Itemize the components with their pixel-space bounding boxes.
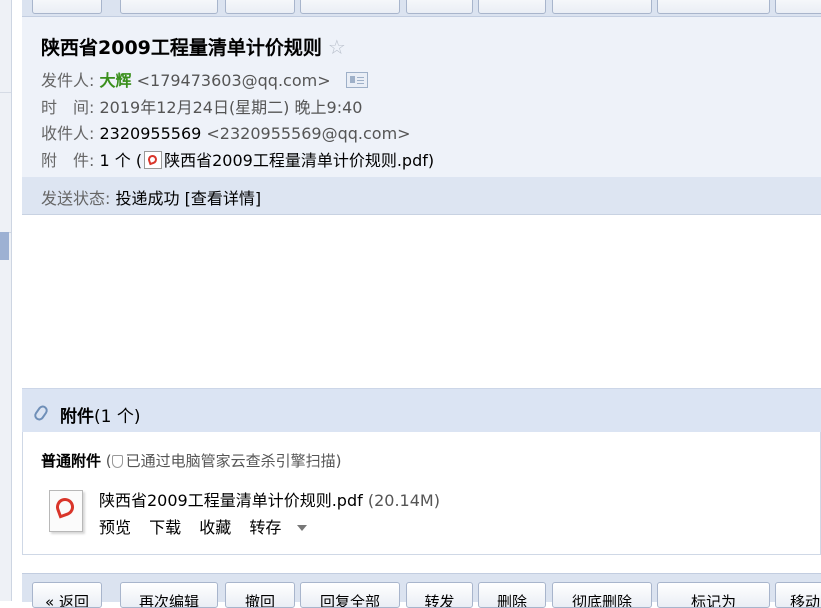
- time-label: 时 间:: [41, 98, 95, 117]
- delivery-status-row: 发送状态: 投递成功 [查看详情]: [41, 185, 261, 209]
- attachment-file-name[interactable]: 陕西省2009工程量清单计价规则.pdf: [99, 491, 363, 510]
- move-button[interactable]: 移动: [775, 582, 821, 608]
- favorite-link[interactable]: 收藏: [199, 518, 231, 537]
- delete-button[interactable]: [478, 0, 546, 14]
- status-details-link[interactable]: [查看详情]: [185, 189, 262, 208]
- vcard-icon[interactable]: [345, 72, 368, 88]
- sender-row: 发件人: 大辉 <179473603@qq.com>: [41, 67, 368, 91]
- save-to-link[interactable]: 转存: [249, 518, 320, 537]
- sender-label: 发件人:: [41, 71, 95, 90]
- attachments-title-text: 附件: [60, 407, 94, 427]
- top-toolbar: [22, 0, 821, 17]
- recall-button[interactable]: 撤回: [225, 582, 295, 608]
- attachment-count: 1 个 (: [99, 151, 143, 170]
- sender-name[interactable]: 大辉: [100, 71, 132, 90]
- mark-as-button[interactable]: 标记为: [657, 582, 770, 608]
- bottom-toolbar: « 返回 再次编辑 撤回 回复全部 转发 删除 彻底删除 标记为 移动: [22, 573, 821, 608]
- back-button[interactable]: [32, 0, 102, 14]
- normal-attachments-label-row: 普通附件 ( 已通过电脑管家云查杀引擎扫描): [41, 450, 342, 471]
- time-value: 2019年12月24日(星期二) 晚上9:40: [99, 98, 363, 117]
- delivery-status-bar: 发送状态: 投递成功 [查看详情]: [22, 177, 821, 215]
- save-to-label: 转存: [249, 518, 282, 537]
- time-row: 时 间: 2019年12月24日(星期二) 晚上9:40: [41, 94, 362, 118]
- recipient-row: 收件人: 2320955569 <2320955569@qq.com>: [41, 120, 411, 144]
- chevron-down-icon: [297, 525, 308, 531]
- scan-note: 已通过电脑管家云查杀引擎扫描): [125, 452, 342, 470]
- forward-button[interactable]: [406, 0, 473, 14]
- attachments-title: 附件(1 个): [60, 402, 140, 427]
- status-label: 发送状态:: [41, 189, 111, 208]
- reedit-button[interactable]: 再次编辑: [120, 582, 218, 608]
- forward-button[interactable]: 转发: [406, 582, 473, 608]
- attachment-link[interactable]: 陕西省2009工程量清单计价规则.pdf: [164, 151, 428, 170]
- move-button[interactable]: [775, 0, 821, 14]
- normal-attachments-label: 普通附件: [41, 452, 102, 470]
- mail-header: 陕西省2009工程量清单计价规则 ☆ 发件人: 大辉 <179473603@qq.…: [22, 17, 821, 177]
- attachment-actions: 预览 下载 收藏 转存: [99, 514, 333, 538]
- recipient-name[interactable]: 2320955569: [100, 124, 202, 143]
- recipient-label: 收件人:: [41, 124, 95, 143]
- folder-selected-indicator[interactable]: [0, 232, 9, 260]
- status-value: 投递成功: [115, 189, 180, 208]
- preview-link[interactable]: 预览: [99, 518, 131, 537]
- delete-permanently-button[interactable]: 彻底删除: [552, 582, 652, 608]
- shield-icon: [111, 455, 123, 468]
- mail-body: [22, 215, 821, 388]
- folder-divider: [0, 92, 11, 93]
- mark-as-button[interactable]: [657, 0, 770, 14]
- subject-text: 陕西省2009工程量清单计价规则: [41, 37, 322, 59]
- reedit-button[interactable]: [120, 0, 218, 14]
- pdf-icon[interactable]: [45, 488, 85, 532]
- attachment-close-paren: ): [427, 151, 435, 170]
- back-button[interactable]: « 返回: [32, 582, 102, 608]
- attachments-count: (1 个): [94, 407, 141, 427]
- folder-pane: [0, 0, 12, 601]
- attachment-file-row: 陕西省2009工程量清单计价规则.pdf (20.14M): [99, 487, 440, 511]
- reply-all-button[interactable]: [300, 0, 400, 14]
- sender-email: <179473603@qq.com>: [136, 71, 331, 90]
- pdf-icon: [144, 151, 163, 169]
- attachment-file-size: (20.14M): [367, 491, 440, 510]
- attachments-header: 附件(1 个): [22, 388, 821, 432]
- delete-permanently-button[interactable]: [552, 0, 652, 14]
- paperclip-icon: [32, 403, 50, 423]
- mail-subject: 陕西省2009工程量清单计价规则 ☆: [41, 33, 346, 60]
- scan-open-paren: (: [105, 452, 112, 470]
- mail-read-view: 陕西省2009工程量清单计价规则 ☆ 发件人: 大辉 <179473603@qq.…: [22, 0, 821, 608]
- download-link[interactable]: 下载: [149, 518, 181, 537]
- attachment-row: 附 件: 1 个 ( 陕西省2009工程量清单计价规则.pdf): [41, 147, 434, 171]
- delete-button[interactable]: 删除: [478, 582, 546, 608]
- star-icon[interactable]: ☆: [328, 35, 346, 59]
- attachment-label: 附 件:: [41, 151, 95, 170]
- attachments-panel: 普通附件 ( 已通过电脑管家云查杀引擎扫描) 陕西省2009工程量清单计价规则.p…: [22, 432, 821, 555]
- recipient-email: <2320955569@qq.com>: [206, 124, 411, 143]
- reply-all-button[interactable]: 回复全部: [300, 582, 400, 608]
- recall-button[interactable]: [225, 0, 295, 14]
